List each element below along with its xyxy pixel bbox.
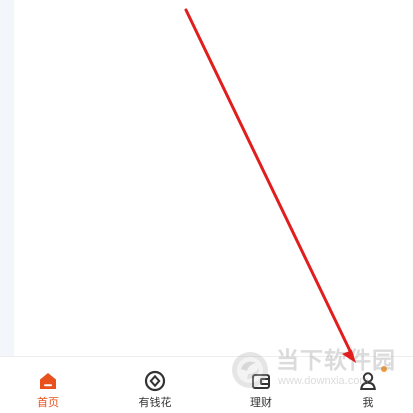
app-screen: 首页 有钱花 理财 我 当下软件园 www.downxia.com	[0, 0, 413, 413]
home-icon	[40, 373, 56, 389]
tab-me[interactable]: 我	[333, 357, 403, 413]
money-circle-icon	[144, 370, 166, 392]
tab-home[interactable]: 首页	[13, 357, 83, 413]
main-content-area	[14, 0, 413, 356]
tab-money-spend-label: 有钱花	[138, 397, 172, 409]
left-edge-panel	[0, 0, 14, 356]
tab-me-label: 我	[362, 397, 374, 409]
wallet-icon	[252, 374, 270, 389]
user-icon	[360, 372, 376, 390]
bottom-tab-bar: 首页 有钱花 理财 我	[0, 356, 413, 413]
notification-badge-dot	[381, 366, 387, 372]
tab-finance-label: 理财	[250, 397, 272, 409]
tab-money-spend[interactable]: 有钱花	[120, 357, 190, 413]
tab-home-label: 首页	[37, 397, 59, 409]
tab-finance[interactable]: 理财	[226, 357, 296, 413]
